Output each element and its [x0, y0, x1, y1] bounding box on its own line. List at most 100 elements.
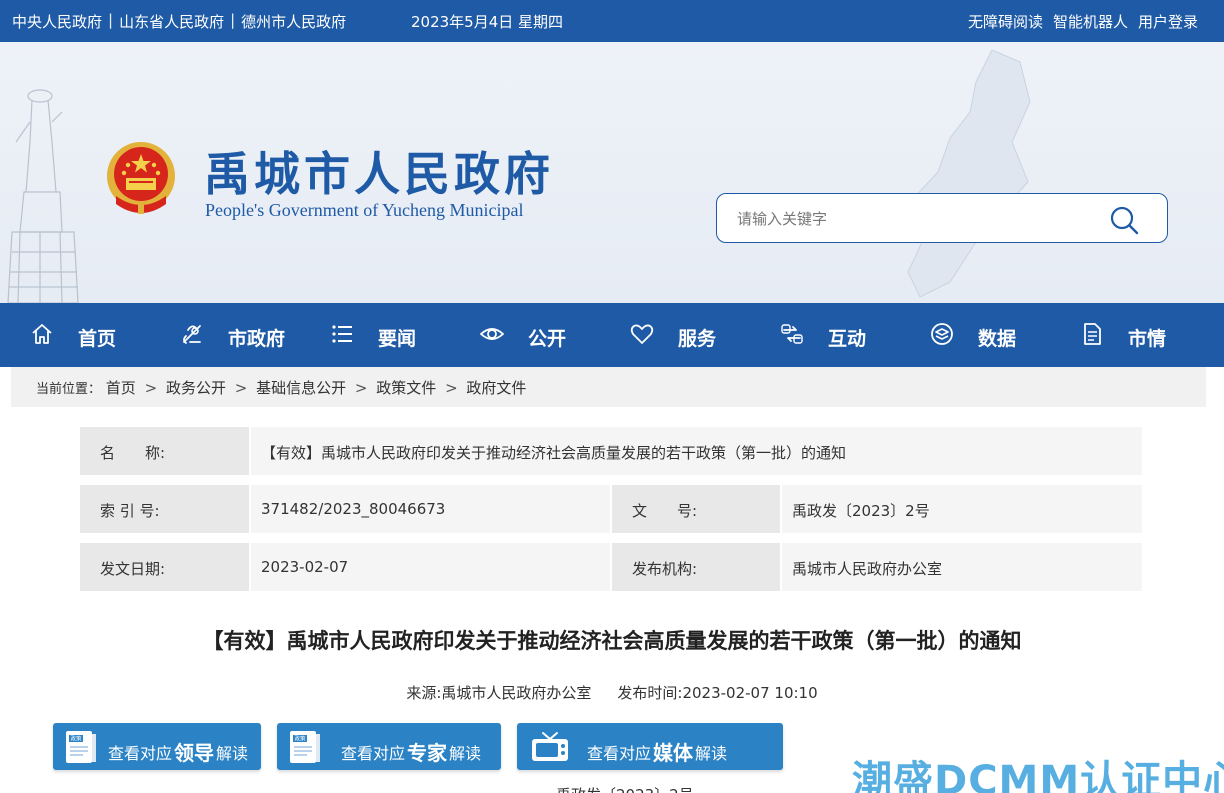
breadcrumb: 当前位置： 首页 > 政务公开 > 基础信息公开 > 政策文件 > 政府文件 — [11, 367, 1206, 407]
expert-interpretation-button[interactable]: 政策 查看对应 专家 解读 — [277, 723, 501, 770]
button-suffix: 解读 — [449, 744, 482, 763]
link-central-government[interactable]: 中央人民政府 — [12, 11, 102, 32]
info-value-cell: 禹政发〔2023〕2号 — [782, 485, 1142, 533]
breadcrumb-gov-affairs-open[interactable]: 政务公开 — [166, 379, 226, 397]
document-number-line: 禹政发〔2023〕2号 — [556, 784, 694, 793]
nav-label: 公开 — [528, 328, 567, 350]
tv-icon — [532, 732, 568, 761]
button-text: 查看对应 媒体 解读 — [587, 736, 727, 765]
nav-data[interactable]: 数据 — [900, 303, 1050, 367]
issue-date-value: 2023-02-07 — [261, 558, 349, 576]
site-subtitle: People's Government of Yucheng Municipal — [205, 200, 524, 220]
name-value: 【有效】禹城市人民政府印发关于推动经济社会高质量发展的若干政策（第一批）的通知 — [261, 444, 847, 462]
login-link[interactable]: 用户登录 — [1138, 11, 1198, 32]
breadcrumb-separator: > — [354, 379, 368, 397]
main-nav: 首页 市政府 要闻 公开 服务 互动 数据 市情 — [0, 303, 1224, 367]
heart-icon — [630, 324, 654, 344]
separator: | — [108, 11, 114, 29]
issue-date-label: 发文日期: — [100, 560, 166, 578]
button-suffix: 解读 — [695, 744, 728, 763]
info-label-cell: 名 称: — [80, 427, 249, 475]
separator: | — [230, 11, 236, 29]
breadcrumb-basic-info[interactable]: 基础信息公开 — [256, 379, 346, 397]
book-icon-label: 政策 — [294, 735, 306, 743]
policy-book-icon: 政策 — [290, 731, 320, 763]
name-label: 名 称: — [100, 444, 166, 462]
search-icon[interactable] — [1109, 205, 1139, 235]
search-input[interactable] — [737, 206, 1097, 232]
search-box — [716, 193, 1168, 243]
breadcrumb-separator: > — [445, 379, 458, 397]
document-meta: 来源:禹城市人民政府办公室 发布时间:2023-02-07 10:10 — [0, 682, 1224, 703]
button-text: 查看对应 领导 解读 — [108, 736, 248, 765]
button-prefix: 查看对应 — [587, 744, 652, 763]
nav-service[interactable]: 服务 — [600, 303, 750, 367]
button-prefix: 查看对应 — [108, 744, 173, 763]
button-emphasis: 媒体 — [653, 741, 694, 765]
breadcrumb-separator: > — [144, 379, 158, 397]
statue-illustration — [7, 89, 79, 303]
nav-label: 市情 — [1128, 328, 1167, 350]
breadcrumb-home[interactable]: 首页 — [106, 379, 136, 397]
site-title: 禹城市人民政府 — [204, 147, 554, 201]
link-dezhou-government[interactable]: 德州市人民政府 — [241, 11, 346, 32]
nav-city-government[interactable]: 市政府 — [150, 303, 300, 367]
robot-link[interactable]: 智能机器人 — [1053, 11, 1128, 32]
info-label-cell: 发布机构: — [612, 543, 780, 591]
button-prefix: 查看对应 — [341, 744, 406, 763]
eye-icon — [480, 328, 504, 340]
nav-label: 市政府 — [228, 328, 286, 350]
info-label-cell: 文 号: — [612, 485, 780, 533]
info-value-cell: 【有效】禹城市人民政府印发关于推动经济社会高质量发展的若干政策（第一批）的通知 — [251, 427, 1142, 475]
nav-news[interactable]: 要闻 — [300, 303, 450, 367]
info-value-cell: 禹城市人民政府办公室 — [782, 543, 1142, 591]
city-government-icon — [183, 325, 201, 344]
leader-interpretation-button[interactable]: 政策 查看对应 领导 解读 — [53, 723, 261, 770]
issuing-org-value: 禹城市人民政府办公室 — [792, 560, 943, 578]
accessibility-link[interactable]: 无障碍阅读 — [968, 11, 1043, 32]
national-emblem-icon — [107, 142, 175, 214]
info-row-name: 名 称: 【有效】禹城市人民政府印发关于推动经济社会高质量发展的若干政策（第一批… — [80, 427, 1142, 475]
header-banner: 禹城市人民政府 People's Government of Yucheng M… — [0, 42, 1224, 303]
watermark-text: 潮盛DCMM认证中心 — [852, 758, 1224, 793]
nav-label: 服务 — [678, 328, 717, 350]
media-interpretation-button[interactable]: 查看对应 媒体 解读 — [517, 723, 783, 770]
issuing-org-label: 发布机构: — [632, 560, 698, 578]
info-value-cell: 371482/2023_80046673 — [251, 485, 610, 533]
home-icon — [32, 324, 52, 344]
nav-open[interactable]: 公开 — [450, 303, 600, 367]
doc-number-label: 文 号: — [632, 502, 698, 520]
list-icon — [332, 325, 352, 343]
document-publish-time: 发布时间:2023-02-07 10:10 — [617, 684, 818, 702]
nav-interaction[interactable]: 互动 — [750, 303, 900, 367]
info-label-cell: 索 引 号: — [80, 485, 249, 533]
info-row-date: 发文日期: 2023-02-07 发布机构: 禹城市人民政府办公室 — [80, 543, 1142, 591]
interaction-icon — [781, 324, 803, 344]
nav-label: 数据 — [978, 328, 1017, 350]
nav-label: 互动 — [828, 328, 867, 350]
info-value-cell: 2023-02-07 — [251, 543, 610, 591]
index-label: 索 引 号: — [100, 502, 160, 520]
breadcrumb-prefix: 当前位置： — [36, 382, 102, 397]
breadcrumb-policy-docs[interactable]: 政策文件 — [376, 379, 436, 397]
breadcrumb-gov-docs[interactable]: 政府文件 — [466, 379, 526, 397]
nav-city-info[interactable]: 市情 — [1050, 303, 1200, 367]
nav-label: 要闻 — [378, 328, 417, 350]
document-source: 来源:禹城市人民政府办公室 — [406, 684, 592, 702]
info-row-index: 索 引 号: 371482/2023_80046673 文 号: 禹政发〔202… — [80, 485, 1142, 533]
button-suffix: 解读 — [216, 744, 249, 763]
database-icon — [931, 323, 953, 345]
button-text: 查看对应 专家 解读 — [341, 736, 481, 765]
button-emphasis: 专家 — [407, 741, 448, 765]
top-tools: 无障碍阅读 智能机器人 用户登录 — [968, 11, 1198, 32]
book-icon-label: 政策 — [70, 735, 82, 743]
nav-home[interactable]: 首页 — [0, 303, 150, 367]
nav-label: 首页 — [78, 328, 117, 350]
policy-book-icon: 政策 — [66, 731, 96, 763]
breadcrumb-separator: > — [234, 379, 248, 397]
info-label-cell: 发文日期: — [80, 543, 249, 591]
current-date: 2023年5月4日 星期四 — [411, 13, 564, 31]
link-shandong-government[interactable]: 山东省人民政府 — [119, 11, 224, 32]
document-icon — [1084, 323, 1101, 345]
document-title: 【有效】禹城市人民政府印发关于推动经济社会高质量发展的若干政策（第一批）的通知 — [202, 629, 1022, 653]
